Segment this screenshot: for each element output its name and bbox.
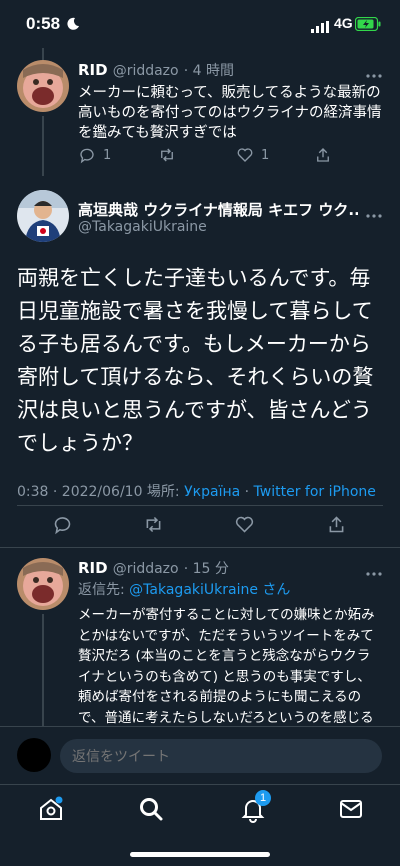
avatar[interactable] <box>17 60 69 112</box>
share-button[interactable] <box>314 146 332 164</box>
reply-bar <box>0 726 400 784</box>
retweet-icon <box>146 516 161 533</box>
heart-icon <box>235 516 254 533</box>
tweet-timestamp: 0:38 · 2022/06/10 場所: <box>17 484 185 500</box>
status-time: 0:58 <box>26 14 61 33</box>
tweet-text: 両親を亡くした子達もいるんです。毎日児童施設で暑さを我慢して暮らしてる子も居るん… <box>17 266 374 455</box>
tweet-text: メーカーに頼むって、販売してるような最新の高いものを寄付ってのはウクライナの経済… <box>78 85 382 141</box>
author-handle[interactable]: @TakagakiUkraine <box>78 219 207 235</box>
home-indicator <box>130 852 270 857</box>
replying-suffix: さん <box>257 582 291 598</box>
more-icon[interactable] <box>366 562 382 576</box>
author-handle[interactable]: @riddazo <box>113 561 179 577</box>
avatar[interactable] <box>17 190 69 242</box>
reply-input[interactable] <box>60 739 382 773</box>
status-bar: 0:58 4G <box>0 0 400 50</box>
author-name[interactable]: RID <box>78 61 108 79</box>
avatar[interactable] <box>17 558 69 610</box>
retweet-button[interactable] <box>158 146 183 164</box>
divider <box>17 505 383 506</box>
avatar <box>17 738 51 772</box>
tab-notifications[interactable]: 1 <box>239 790 271 823</box>
tweet-time: · 15 分 <box>183 561 229 577</box>
more-icon[interactable] <box>366 204 382 218</box>
thread-line-top <box>42 48 44 60</box>
author-handle[interactable]: @riddazo <box>113 63 179 79</box>
battery-icon <box>354 16 381 32</box>
network-label: 4G <box>334 15 353 31</box>
replying-to: 返信先: @TakagakiUkraine さん <box>78 579 290 599</box>
tab-home[interactable] <box>37 795 65 823</box>
source-link[interactable]: Twitter for iPhone <box>254 484 376 500</box>
mail-icon <box>340 800 362 818</box>
retweet-button[interactable] <box>143 514 164 535</box>
reply-count: 1 <box>103 147 112 163</box>
moon-icon <box>66 16 80 30</box>
thread-line-reply <box>42 614 44 726</box>
share-icon <box>329 516 344 533</box>
reply-button[interactable]: 1 <box>78 146 111 164</box>
share-icon <box>317 148 329 162</box>
like-button[interactable] <box>234 514 255 535</box>
thread-line-parent <box>42 116 44 176</box>
more-icon[interactable] <box>366 64 382 78</box>
tweet-text: メーカーが寄付することに対しての嫌味とか妬みとかはないですが、ただそういうツイー… <box>78 607 375 726</box>
tweet-meta: 0:38 · 2022/06/10 場所: Україна · Twitter … <box>17 481 376 501</box>
location-link[interactable]: Україна <box>184 484 240 500</box>
replying-prefix: 返信先: <box>78 582 130 598</box>
like-count: 1 <box>261 147 270 163</box>
reply-icon <box>80 148 94 164</box>
reply-tweet[interactable]: RID @riddazo · 15 分 返信先: @TakagakiUkrain… <box>0 548 400 726</box>
home-icon <box>40 796 63 820</box>
author-name[interactable]: RID <box>78 559 108 577</box>
like-button[interactable]: 1 <box>236 146 269 164</box>
signal-icon <box>311 18 329 33</box>
replying-to-link[interactable]: @TakagakiUkraine <box>129 582 258 598</box>
heart-icon <box>237 148 253 162</box>
reply-icon <box>54 517 71 535</box>
meta-separator: · <box>240 484 254 500</box>
search-icon <box>140 798 163 821</box>
share-button[interactable] <box>326 514 347 535</box>
tab-messages[interactable] <box>337 795 365 823</box>
author-name[interactable]: 高垣典哉 ウクライナ情報局 キエフ ウク... <box>78 199 358 220</box>
tab-search[interactable] <box>137 795 165 823</box>
retweet-icon <box>161 148 173 162</box>
notification-badge: 1 <box>255 790 271 806</box>
reply-button[interactable] <box>52 514 73 535</box>
tweet-time: · 4 時間 <box>183 63 234 79</box>
